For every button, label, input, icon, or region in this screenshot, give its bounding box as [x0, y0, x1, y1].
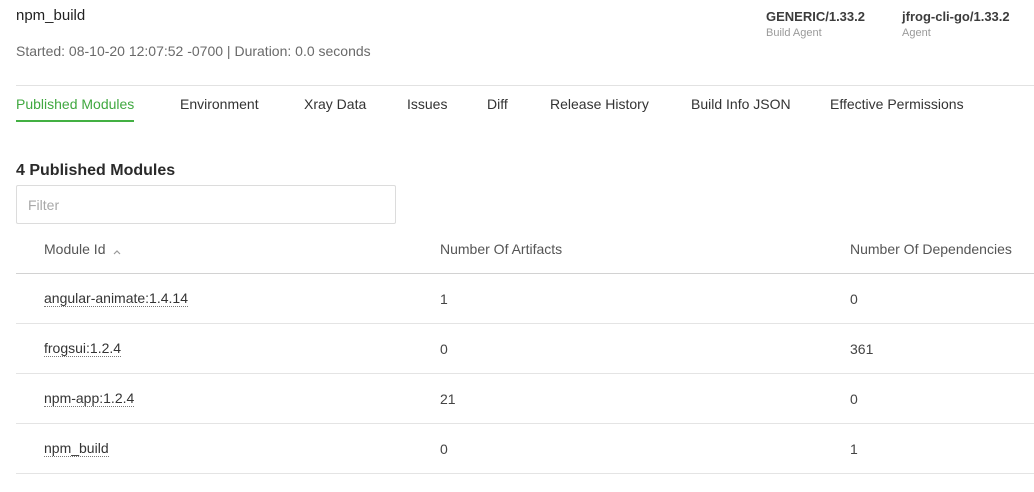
agent-value: jfrog-cli-go/1.33.2: [902, 9, 1010, 24]
table-row: npm-app:1.2.4 21 0: [16, 374, 1034, 424]
build-agent-info: GENERIC/1.33.2 Build Agent: [766, 9, 865, 39]
tab-release-history[interactable]: Release History: [550, 96, 649, 120]
build-tabs: Published Modules Environment Xray Data …: [16, 96, 1034, 126]
build-agent-value: GENERIC/1.33.2: [766, 9, 865, 24]
table-row: frogsui:1.2.4 0 361: [16, 324, 1034, 374]
dependencies-count: 1: [850, 441, 858, 457]
tab-environment[interactable]: Environment: [180, 96, 259, 120]
build-name: npm_build: [16, 7, 86, 24]
tab-xray-data[interactable]: Xray Data: [304, 96, 366, 120]
module-id-link[interactable]: angular-animate:1.4.14: [44, 291, 188, 307]
dependencies-count: 0: [850, 391, 858, 407]
modules-table: Module Id Number Of Artifacts Number Of …: [16, 224, 1034, 474]
artifacts-count: 0: [440, 341, 448, 357]
dependencies-count: 361: [850, 341, 874, 357]
artifacts-count: 21: [440, 391, 456, 407]
build-details-page: npm_build Started: 08-10-20 12:07:52 -07…: [0, 0, 1034, 492]
module-id-link[interactable]: frogsui:1.2.4: [44, 341, 122, 357]
build-started-duration: Started: 08-10-20 12:07:52 -0700 | Durat…: [16, 43, 371, 59]
column-header-label: Module Id: [44, 241, 106, 257]
artifacts-count: 0: [440, 441, 448, 457]
modules-count-title: 4 Published Modules: [16, 162, 176, 179]
tab-effective-permissions[interactable]: Effective Permissions: [830, 96, 964, 120]
column-header-number-of-artifacts[interactable]: Number Of Artifacts: [440, 241, 562, 257]
artifacts-count: 1: [440, 291, 448, 307]
module-id-link[interactable]: npm_build: [44, 441, 109, 457]
dependencies-count: 0: [850, 291, 858, 307]
module-id-link[interactable]: npm-app:1.2.4: [44, 391, 135, 407]
column-header-number-of-dependencies[interactable]: Number Of Dependencies: [850, 241, 1012, 257]
filter-input[interactable]: [16, 185, 396, 224]
table-header: Module Id Number Of Artifacts Number Of …: [16, 224, 1034, 274]
tab-diff[interactable]: Diff: [487, 96, 508, 120]
table-row: npm_build 0 1: [16, 424, 1034, 474]
agent-info: jfrog-cli-go/1.33.2 Agent: [902, 9, 1010, 39]
header-divider: [16, 85, 1034, 86]
agent-label: Agent: [902, 27, 931, 39]
column-header-module-id[interactable]: Module Id: [44, 241, 121, 258]
tab-issues[interactable]: Issues: [407, 96, 447, 120]
table-row: angular-animate:1.4.14 1 0: [16, 274, 1034, 324]
tab-published-modules[interactable]: Published Modules: [16, 96, 135, 122]
tab-build-info-json[interactable]: Build Info JSON: [691, 96, 791, 120]
build-agent-label: Build Agent: [766, 27, 822, 39]
chevron-up-icon: [113, 242, 121, 258]
